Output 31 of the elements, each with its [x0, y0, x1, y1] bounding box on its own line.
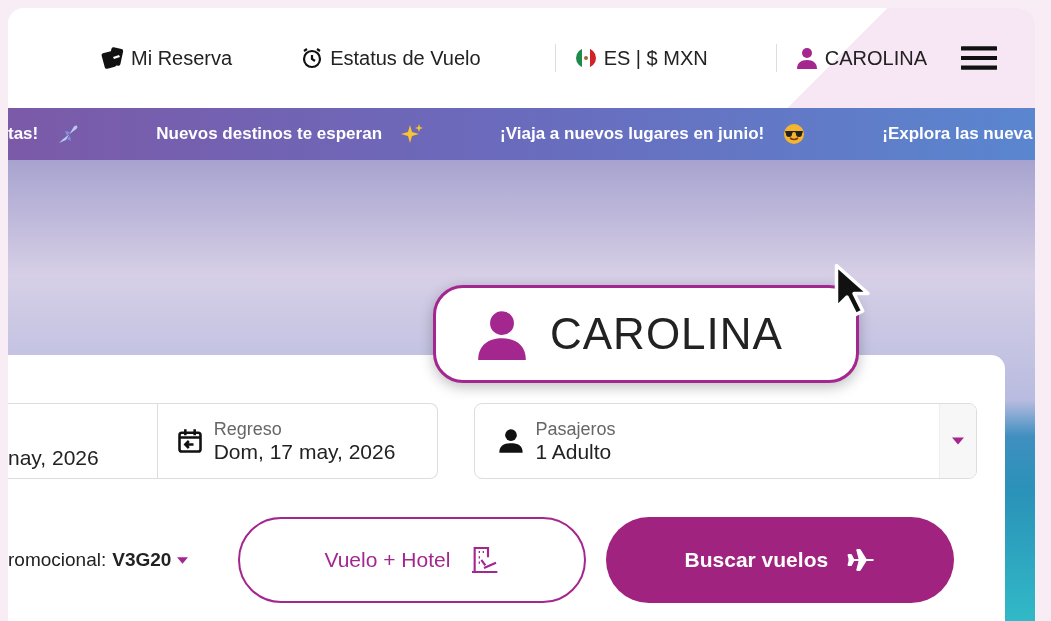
booking-link[interactable]: Mi Reserva: [101, 46, 233, 70]
passengers-value: 1 Adulto: [535, 439, 613, 464]
promo-text: ¡Explora las nueva: [882, 124, 1033, 144]
promo-text: ¡Viaja a nuevos lugares en junio!: [500, 124, 765, 144]
sunglasses-smiley-icon: [782, 122, 807, 146]
menu-button[interactable]: [961, 45, 997, 71]
search-flights-button[interactable]: Buscar vuelos: [606, 517, 955, 603]
date-range-field[interactable]: nay, 2026 Regreso Dom, 17 may, 2026: [8, 403, 439, 479]
promo-code-label: romocional:: [8, 549, 107, 571]
menu-icon: [961, 45, 997, 71]
passengers-field[interactable]: Pasajeros 1 Adulto: [474, 403, 977, 479]
caret-icon: [952, 437, 964, 445]
return-calendar-icon: [175, 427, 204, 455]
flight-status-link[interactable]: Estatus de Vuelo: [300, 46, 481, 70]
date-value: Dom, 17 may, 2026: [213, 439, 396, 464]
user-name: CAROLINA: [550, 309, 783, 359]
promo-code-link[interactable]: romocional: V3G20: [8, 549, 189, 571]
person-icon: [497, 427, 526, 455]
account-link[interactable]: CAROLINA: [794, 46, 927, 70]
flight-hotel-button[interactable]: Vuelo + Hotel: [238, 517, 587, 603]
user-icon: [476, 308, 528, 360]
promo-code: V3G20: [112, 549, 172, 571]
caret-icon: [177, 556, 189, 564]
promo-text: tas!: [8, 124, 39, 144]
field-label: Pasajeros: [535, 418, 617, 440]
date-value: nay, 2026: [8, 446, 99, 470]
tickets-icon: [101, 46, 125, 70]
user-icon: [794, 46, 819, 70]
field-label: Regreso: [213, 418, 283, 440]
language-currency-link[interactable]: ES | $ MXN: [573, 46, 708, 70]
promo-text: Nuevos destinos te esperan: [156, 124, 383, 144]
